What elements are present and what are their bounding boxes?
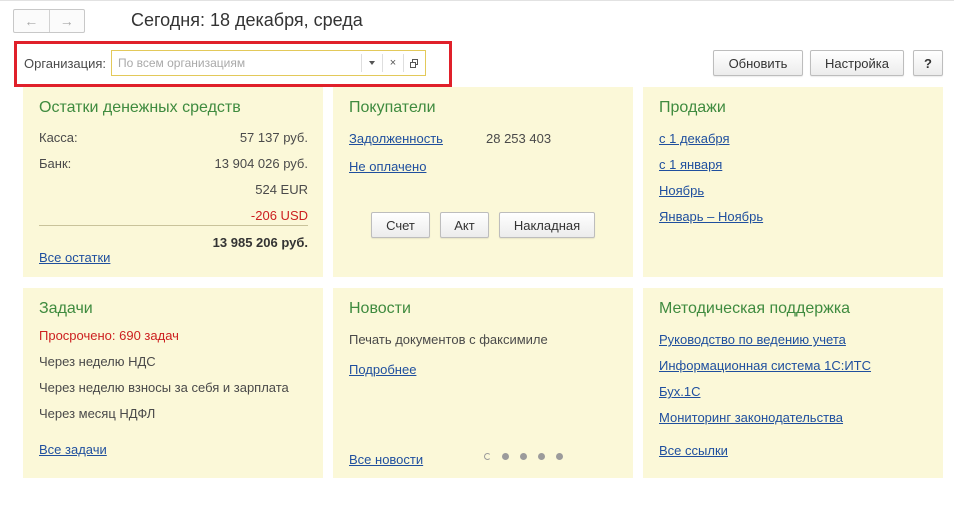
task-item: Через месяц НДФЛ bbox=[39, 406, 156, 421]
news-headline: Печать документов с факсимиле bbox=[349, 332, 548, 347]
cash-value: 57 137 руб. bbox=[239, 130, 308, 145]
task-item: Через неделю взносы за себя и зарплата bbox=[39, 380, 289, 395]
help-button[interactable]: ? bbox=[913, 50, 943, 76]
pager-dot[interactable] bbox=[484, 453, 491, 460]
task-item: Через неделю НДС bbox=[39, 354, 156, 369]
panel-customers: Покупатели Задолженность 28 253 403 Не о… bbox=[333, 87, 633, 277]
sales-link[interactable]: с 1 декабря bbox=[659, 131, 730, 146]
pager-dot[interactable] bbox=[502, 453, 509, 460]
organization-open-button[interactable] bbox=[403, 54, 424, 72]
support-link[interactable]: Информационная система 1С:ИТС bbox=[659, 358, 871, 373]
pager-dot[interactable] bbox=[520, 453, 527, 460]
all-news-link[interactable]: Все новости bbox=[349, 452, 423, 467]
invoice-button[interactable]: Счет bbox=[371, 212, 430, 238]
bank-label: Банк: bbox=[39, 156, 72, 171]
refresh-button[interactable]: Обновить bbox=[713, 50, 803, 76]
support-link[interactable]: Мониторинг законодательства bbox=[659, 410, 843, 425]
panel-title: Новости bbox=[349, 300, 411, 317]
news-pager bbox=[484, 453, 563, 460]
panel-methodical-support: Методическая поддержка Руководство по ве… bbox=[643, 288, 943, 478]
usd-value: -206 USD bbox=[250, 208, 308, 223]
organization-dropdown-button[interactable] bbox=[361, 54, 382, 72]
panel-title: Методическая поддержка bbox=[659, 300, 851, 317]
page-title: Сегодня: 18 декабря, среда bbox=[131, 10, 363, 30]
waybill-button[interactable]: Накладная bbox=[499, 212, 595, 238]
arrow-right-icon: → bbox=[59, 13, 74, 29]
panel-title: Остатки денежных средств bbox=[39, 99, 241, 116]
all-links-link[interactable]: Все ссылки bbox=[659, 443, 728, 458]
total-value: 13 985 206 руб. bbox=[212, 235, 308, 250]
close-icon: × bbox=[389, 57, 397, 69]
panel-title: Покупатели bbox=[349, 99, 436, 116]
sales-link[interactable]: с 1 января bbox=[659, 157, 722, 172]
top-divider bbox=[0, 0, 954, 1]
pager-dot[interactable] bbox=[556, 453, 563, 460]
support-link[interactable]: Руководство по ведению учета bbox=[659, 332, 846, 347]
pager-dot[interactable] bbox=[538, 453, 545, 460]
unpaid-link[interactable]: Не оплачено bbox=[349, 159, 426, 174]
support-link[interactable]: Бух.1С bbox=[659, 384, 700, 399]
settings-button[interactable]: Настройка bbox=[810, 50, 904, 76]
arrow-left-icon: ← bbox=[24, 13, 39, 29]
all-balances-link[interactable]: Все остатки bbox=[39, 250, 110, 265]
history-navigation: ← → bbox=[13, 9, 85, 33]
cash-label: Касса: bbox=[39, 130, 78, 145]
back-button[interactable]: ← bbox=[14, 10, 49, 32]
debt-value: 28 253 403 bbox=[486, 131, 552, 146]
overdue-tasks: Просрочено: 690 задач bbox=[39, 328, 179, 343]
open-window-icon bbox=[409, 58, 419, 68]
panel-cash-balances: Остатки денежных средств Касса: 57 137 р… bbox=[23, 87, 323, 277]
sales-link[interactable]: Ноябрь bbox=[659, 183, 704, 198]
forward-button[interactable]: → bbox=[48, 10, 85, 32]
panel-news: Новости Печать документов с факсимиле По… bbox=[333, 288, 633, 478]
organization-clear-button[interactable]: × bbox=[382, 54, 403, 72]
total-divider bbox=[39, 225, 308, 226]
bank-value: 13 904 026 руб. bbox=[214, 156, 308, 171]
debt-link[interactable]: Задолженность bbox=[349, 131, 443, 146]
eur-value: 524 EUR bbox=[255, 182, 308, 197]
organization-input[interactable] bbox=[118, 54, 358, 72]
news-more-link[interactable]: Подробнее bbox=[349, 362, 416, 377]
chevron-down-icon bbox=[369, 61, 375, 65]
panel-sales: Продажи с 1 декабря с 1 января Ноябрь Ян… bbox=[643, 87, 943, 277]
all-tasks-link[interactable]: Все задачи bbox=[39, 442, 107, 457]
sales-link[interactable]: Январь – Ноябрь bbox=[659, 209, 763, 224]
organization-label: Организация: bbox=[24, 56, 107, 71]
panel-title: Задачи bbox=[39, 300, 93, 317]
panel-title: Продажи bbox=[659, 99, 726, 116]
panel-tasks: Задачи Просрочено: 690 задач Через недел… bbox=[23, 288, 323, 478]
act-button[interactable]: Акт bbox=[440, 212, 489, 238]
organization-field[interactable]: × bbox=[111, 50, 426, 76]
